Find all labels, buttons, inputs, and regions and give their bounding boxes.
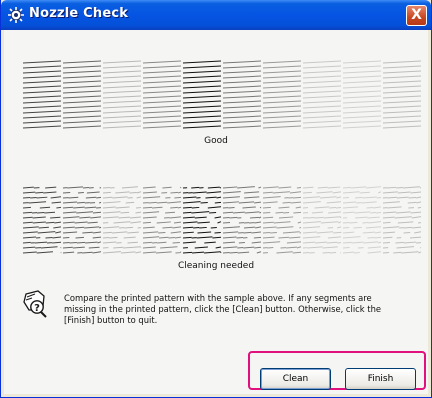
close-button[interactable]: X [406,5,427,26]
finish-button[interactable]: Finish [345,368,416,390]
clean-button[interactable]: Clean [260,368,331,390]
title-bar[interactable]: Nozzle Check X [1,0,431,30]
window-title: Nozzle Check [29,6,129,21]
help-question-icon: ? [23,290,47,318]
dialog-body: Good Cleaning needed ? Compare the print… [4,30,428,394]
nozzle-check-window: Nozzle Check X Good Cleaning needed ? Co… [0,0,432,398]
svg-text:?: ? [34,303,40,314]
damaged-nozzle-pattern [22,186,422,254]
good-pattern-caption: Good [204,136,228,146]
close-icon: X [411,7,422,23]
good-nozzle-pattern [22,60,422,129]
instructions-text: Compare the printed pattern with the sam… [64,293,382,325]
printer-utility-icon [8,7,24,23]
damaged-pattern-caption: Cleaning needed [177,261,255,271]
